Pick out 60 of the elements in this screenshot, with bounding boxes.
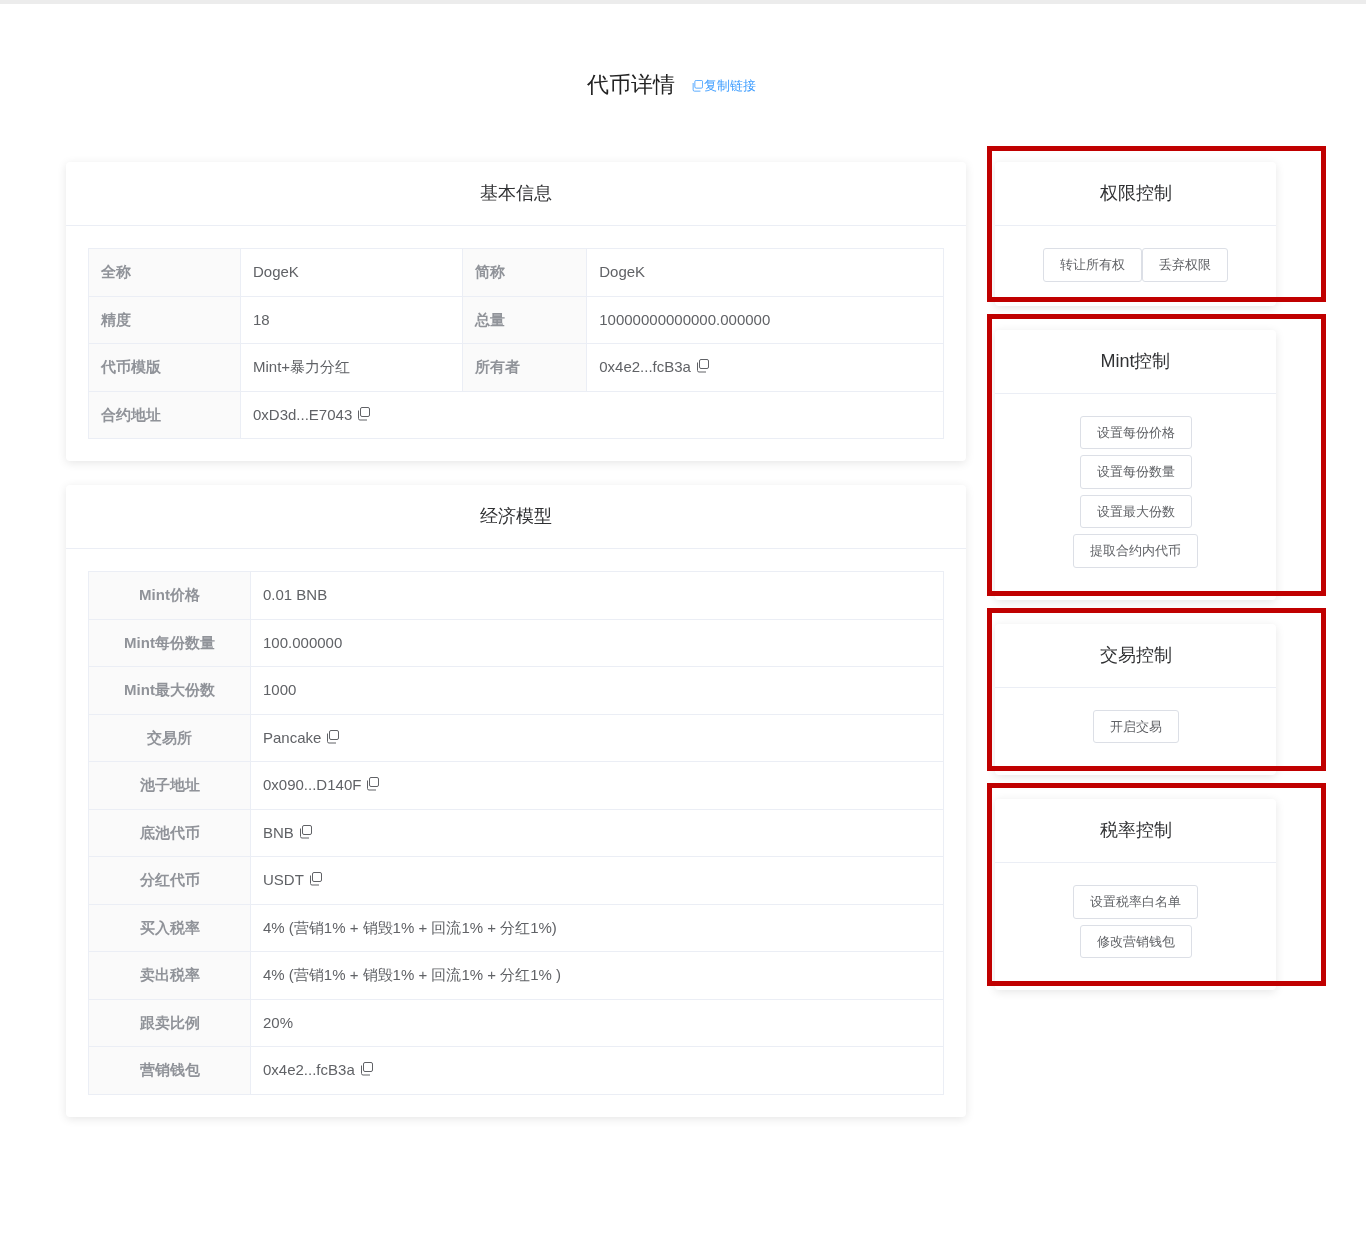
card-title: 交易控制	[995, 623, 1276, 688]
table-cell: 4% (营销1% + 销毁1% + 回流1% + 分红1% )	[263, 966, 561, 983]
card-title: 权限控制	[995, 162, 1276, 226]
action-button[interactable]: 转让所有权	[1043, 248, 1142, 282]
action-button[interactable]: 设置税率白名单	[1073, 885, 1198, 919]
action-button[interactable]: 提取合约内代币	[1073, 534, 1198, 568]
field-label: 代币模版	[101, 358, 161, 375]
table-cell: 0.01 BNB	[263, 586, 328, 603]
field-label: 池子地址	[139, 776, 200, 793]
copy-icon[interactable]	[325, 729, 340, 744]
table-cell: Mint+暴力分红	[253, 358, 351, 375]
field-label: Mint每份数量	[124, 633, 215, 651]
field-label: 所有者	[475, 358, 521, 375]
table-cell: 4% (营销1% + 销毁1% + 回流1% + 分红1%)	[263, 918, 557, 936]
action-button[interactable]: 设置每份价格	[1079, 415, 1192, 449]
copy-icon[interactable]	[365, 777, 380, 791]
table-cell: 18	[253, 310, 270, 328]
table-cell: 100.000000	[263, 633, 343, 651]
table-cell: 1000	[263, 681, 297, 698]
action-button[interactable]: 开启交易	[1092, 709, 1179, 743]
card-title: 基本信息	[66, 162, 966, 226]
table-cell: 10000000000000.000000	[599, 310, 771, 328]
copy-icon[interactable]	[358, 1062, 373, 1076]
card-title: 税率控制	[995, 799, 1276, 863]
table-cell: BNB	[263, 823, 294, 841]
table-cell: 0x4e2...fcB3a	[599, 358, 691, 375]
table-cell: DogeK	[253, 263, 299, 280]
copy-icon[interactable]	[694, 359, 709, 373]
action-button[interactable]: 修改营销钱包	[1079, 924, 1192, 958]
field-label: 分红代币	[139, 871, 200, 888]
field-label: 交易所	[147, 728, 192, 746]
field-label: Mint最大份数	[124, 681, 215, 698]
field-label: 简称	[475, 263, 506, 280]
field-label: 合约地址	[101, 405, 161, 423]
table-cell: 0xD3d...E7043	[253, 405, 353, 423]
page-title: 代币详情	[586, 71, 675, 99]
copy-icon[interactable]	[297, 824, 312, 839]
table-cell: 0x090...D140F	[263, 776, 362, 793]
table-cell: Pancake	[263, 728, 322, 746]
field-label: 营销钱包	[139, 1061, 200, 1078]
field-label: 卖出税率	[139, 966, 200, 983]
table-cell: 20%	[263, 1013, 294, 1031]
table-cell: USDT	[263, 871, 304, 888]
field-label: 总量	[475, 310, 506, 328]
table-cell: 0x4e2...fcB3a	[263, 1061, 355, 1078]
action-button[interactable]: 设置每份数量	[1079, 455, 1192, 489]
copy-icon[interactable]	[356, 406, 371, 421]
field-label: 跟卖比例	[139, 1013, 200, 1031]
action-button[interactable]: 丢弃权限	[1142, 248, 1228, 282]
card-title: 经济模型	[66, 485, 966, 549]
action-button[interactable]: 设置最大份数	[1079, 494, 1192, 528]
field-label: 全称	[101, 263, 131, 280]
field-label: 买入税率	[139, 918, 200, 936]
field-label: Mint价格	[139, 586, 200, 603]
field-label: 精度	[101, 310, 131, 328]
field-label: 底池代币	[139, 823, 200, 841]
copy-icon	[690, 80, 703, 92]
card-title: Mint控制	[995, 329, 1276, 394]
copy-icon[interactable]	[307, 872, 322, 886]
table-cell: DogeK	[599, 263, 646, 280]
